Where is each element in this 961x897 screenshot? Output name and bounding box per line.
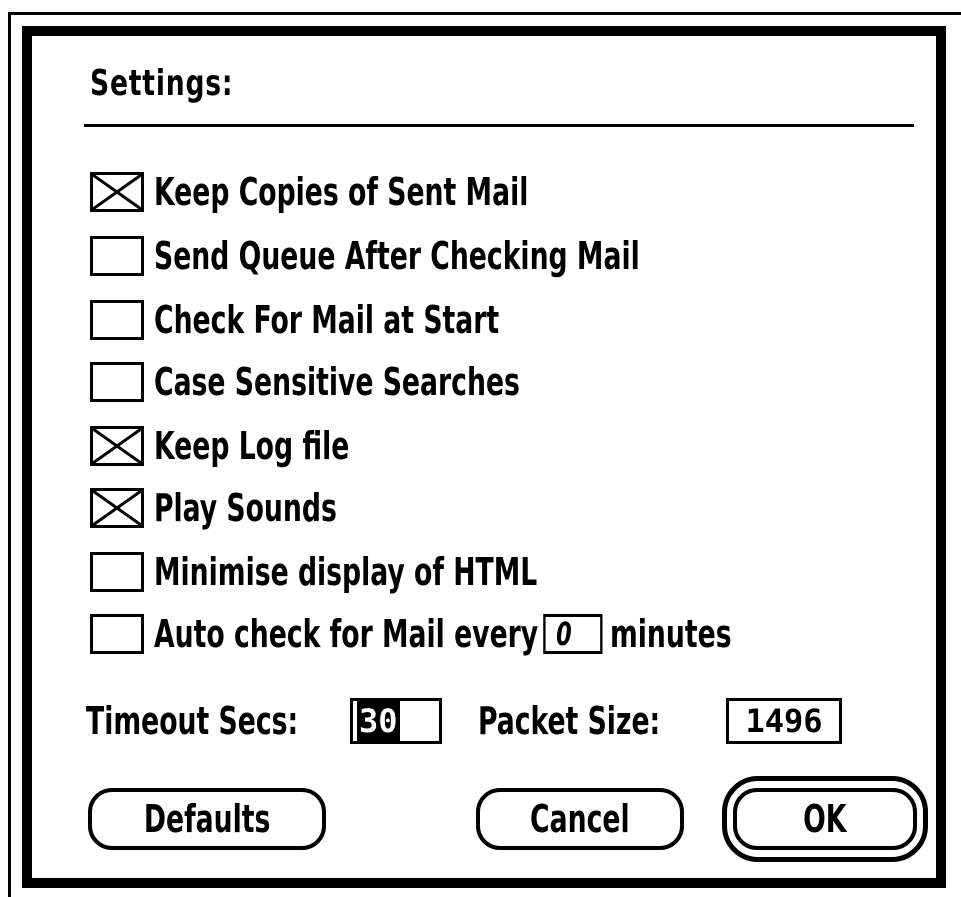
window-frame-left [8, 12, 11, 897]
cancel-button[interactable]: Cancel [476, 788, 684, 850]
option-check-mail-at-start[interactable]: Check For Mail at Start [90, 296, 597, 344]
packet-size-label: Packet Size: [478, 699, 661, 743]
packet-size-field[interactable]: 1496 [726, 698, 842, 744]
dialog-title: Settings: [90, 63, 234, 104]
option-label: Case Sensitive Searches [154, 360, 520, 404]
checkbox-check-mail-at-start[interactable] [90, 300, 144, 340]
option-play-sounds[interactable]: Play Sounds [90, 484, 388, 532]
option-label: Play Sounds [154, 486, 337, 530]
timeout-row: Timeout Secs: [86, 696, 358, 746]
auto-check-minutes-field[interactable]: 0 [542, 614, 603, 654]
auto-check-row: Auto check for Mail every 0 minutes [154, 610, 732, 658]
auto-check-label-suffix: minutes [609, 612, 732, 656]
title-divider [84, 124, 914, 127]
option-keep-copies-sent-mail[interactable]: Keep Copies of Sent Mail [90, 168, 634, 216]
timeout-value: 30 [357, 701, 400, 741]
checkbox-case-sensitive-searches[interactable] [90, 362, 144, 402]
defaults-button-label: Defaults [143, 797, 271, 841]
option-label: Send Queue After Checking Mail [154, 234, 640, 278]
window-frame-top [8, 12, 961, 15]
cancel-button-label: Cancel [530, 797, 630, 841]
timeout-field[interactable]: 30 [350, 698, 442, 744]
option-label: Keep Copies of Sent Mail [154, 170, 529, 214]
timeout-label: Timeout Secs: [86, 699, 299, 743]
ok-button-label: OK [803, 797, 847, 841]
checkbox-keep-log-file[interactable] [90, 426, 144, 466]
packet-size-value: 1496 [745, 702, 823, 740]
settings-dialog: Settings: Keep Copies of Sent Mail Send … [22, 26, 946, 888]
option-label: Minimise display of HTML [154, 550, 538, 594]
defaults-button[interactable]: Defaults [88, 788, 326, 850]
option-send-queue-after-checking[interactable]: Send Queue After Checking Mail [90, 232, 777, 280]
check-x-icon [93, 491, 141, 525]
option-minimise-html[interactable]: Minimise display of HTML [90, 548, 645, 596]
checkbox-keep-copies-sent-mail[interactable] [90, 172, 144, 212]
option-case-sensitive-searches[interactable]: Case Sensitive Searches [90, 358, 623, 406]
option-label: Keep Log file [154, 424, 350, 468]
auto-check-label-prefix: Auto check for Mail every [154, 612, 539, 656]
checkbox-auto-check-mail[interactable] [90, 614, 144, 654]
check-x-icon [93, 175, 141, 209]
option-label: Check For Mail at Start [154, 298, 500, 342]
checkbox-minimise-html[interactable] [90, 552, 144, 592]
option-keep-log-file[interactable]: Keep Log file [90, 422, 404, 470]
ok-button[interactable]: OK [733, 788, 917, 850]
option-auto-check-mail[interactable]: Auto check for Mail every 0 minutes [90, 610, 894, 658]
packet-size-row: Packet Size: [478, 696, 712, 746]
check-x-icon [93, 429, 141, 463]
checkbox-play-sounds[interactable] [90, 488, 144, 528]
checkbox-send-queue-after-checking[interactable] [90, 236, 144, 276]
